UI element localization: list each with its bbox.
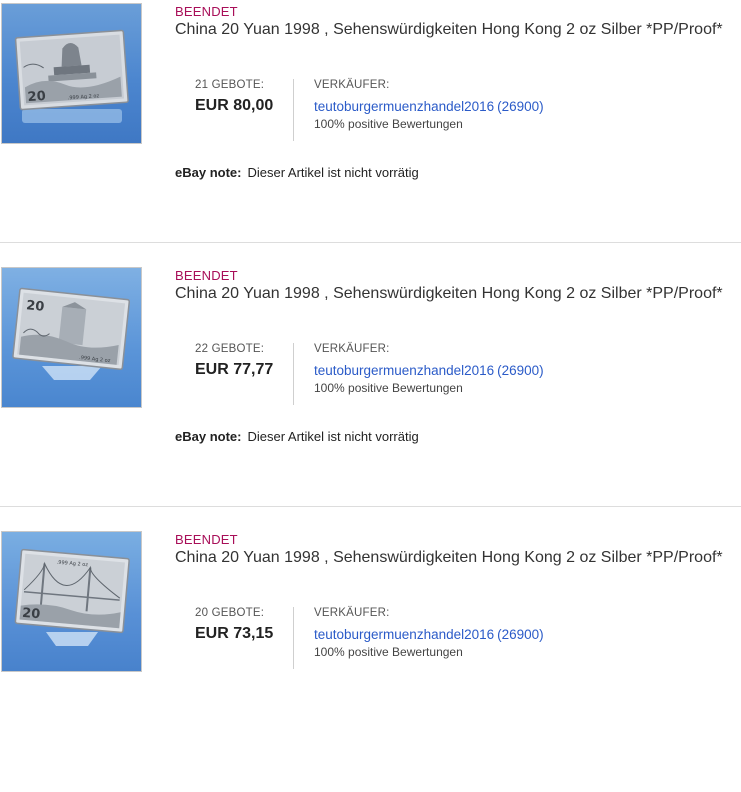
ebay-note-text: Dieser Artikel ist nicht vorrätig xyxy=(247,429,419,444)
ebay-note: eBay note: Dieser Artikel ist nicht vorrä… xyxy=(175,429,419,444)
listing-price: EUR 77,77 xyxy=(195,361,274,378)
seller-link[interactable]: teutoburgermuenzhandel2016 (26900) xyxy=(314,627,544,642)
ebay-note: eBay note: Dieser Artikel ist nicht vorrä… xyxy=(175,165,419,180)
seller-feedback: 100% positive Bewertungen xyxy=(314,645,463,659)
seller-label: VERKÄUFER: xyxy=(314,343,390,355)
coin-image: 20 .999 Ag 2 oz xyxy=(12,287,131,380)
ebay-note-label: eBay note: xyxy=(175,165,242,180)
ebay-note-text: Dieser Artikel ist nicht vorrätig xyxy=(247,165,419,180)
listing-item: 20 .999 Ag 2 oz BEENDET China 20 Yuan 19… xyxy=(0,528,741,792)
listing-title-link[interactable]: China 20 Yuan 1998 , Sehenswürdigkeiten … xyxy=(175,549,723,567)
item-thumbnail[interactable]: 20 .999 Ag 2 oz xyxy=(1,267,142,408)
seller-rating[interactable]: (26900) xyxy=(497,363,544,378)
listing-status: BEENDET xyxy=(175,532,238,547)
coin-denomination: 20 xyxy=(26,298,46,315)
bid-count: 20 GEBOTE: xyxy=(195,607,265,619)
listing-item: 20 .999 Ag 2 oz BEENDET China 20 Yuan 19… xyxy=(0,0,741,264)
item-thumbnail[interactable]: 20 .999 Ag 2 oz xyxy=(1,3,142,144)
coin-image: 20 .999 Ag 2 oz xyxy=(14,548,130,646)
divider xyxy=(293,79,294,141)
seller-label: VERKÄUFER: xyxy=(314,607,390,619)
listing-title-link[interactable]: China 20 Yuan 1998 , Sehenswürdigkeiten … xyxy=(175,285,723,303)
seller-link[interactable]: teutoburgermuenzhandel2016 (26900) xyxy=(314,363,544,378)
seller-name[interactable]: teutoburgermuenzhandel2016 xyxy=(314,627,494,642)
seller-rating[interactable]: (26900) xyxy=(497,99,544,114)
bid-count: 22 GEBOTE: xyxy=(195,343,265,355)
seller-name[interactable]: teutoburgermuenzhandel2016 xyxy=(314,363,494,378)
listing-item: 20 .999 Ag 2 oz BEENDET China 20 Yuan 19… xyxy=(0,264,741,528)
seller-label: VERKÄUFER: xyxy=(314,79,390,91)
seller-link[interactable]: teutoburgermuenzhandel2016 (26900) xyxy=(314,99,544,114)
listing-status: BEENDET xyxy=(175,268,238,283)
coin-denomination: 20 xyxy=(27,89,46,105)
bid-count: 21 GEBOTE: xyxy=(195,79,265,91)
item-thumbnail[interactable]: 20 .999 Ag 2 oz xyxy=(1,531,142,672)
listing-price: EUR 80,00 xyxy=(195,97,274,114)
listing-separator xyxy=(0,506,741,507)
coin-image: 20 .999 Ag 2 oz xyxy=(14,29,129,123)
listing-price: EUR 73,15 xyxy=(195,625,274,642)
divider xyxy=(293,607,294,669)
listing-status: BEENDET xyxy=(175,4,238,19)
listing-separator xyxy=(0,242,741,243)
listing-title-link[interactable]: China 20 Yuan 1998 , Sehenswürdigkeiten … xyxy=(175,21,723,39)
coin-denomination: 20 xyxy=(21,606,40,623)
divider xyxy=(293,343,294,405)
seller-feedback: 100% positive Bewertungen xyxy=(314,117,463,131)
seller-rating[interactable]: (26900) xyxy=(497,627,544,642)
seller-feedback: 100% positive Bewertungen xyxy=(314,381,463,395)
ebay-note-label: eBay note: xyxy=(175,429,242,444)
seller-name[interactable]: teutoburgermuenzhandel2016 xyxy=(314,99,494,114)
